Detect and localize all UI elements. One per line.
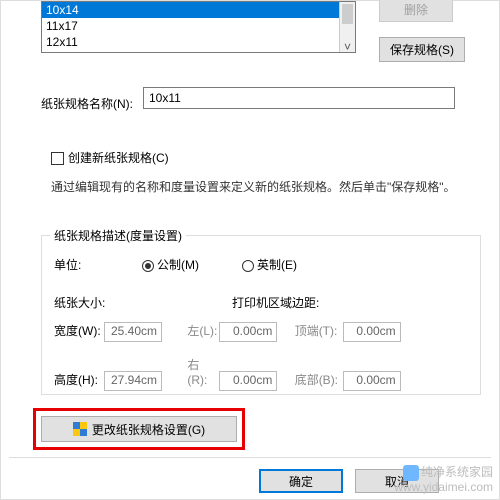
highlight-box <box>33 408 245 450</box>
paper-size-listbox[interactable]: 10x14 11x17 12x11 ˅ <box>41 1 356 53</box>
list-item[interactable]: 10x14 <box>42 2 355 18</box>
margin-label: 打印机区域边距: <box>232 294 319 311</box>
group-legend: 纸张规格描述(度量设置) <box>50 227 186 244</box>
imperial-radio[interactable]: 英制(E) <box>242 256 297 273</box>
logo-icon <box>403 465 419 481</box>
height-label: 高度(H): <box>54 371 102 388</box>
dialog-panel: 10x14 11x17 12x11 ˅ 删除 保存规格(S) 纸张规格名称(N)… <box>0 0 500 500</box>
width-input[interactable]: 25.40cm <box>104 322 162 342</box>
radio-icon <box>142 260 154 272</box>
create-new-row[interactable]: 创建新纸张规格(C) <box>51 149 169 166</box>
create-new-label: 创建新纸张规格(C) <box>68 151 169 165</box>
size-label: 纸张大小: <box>54 294 105 311</box>
scrollbar-thumb[interactable] <box>342 4 353 24</box>
name-input[interactable] <box>143 87 455 109</box>
left-label: 左(L): <box>187 322 217 339</box>
ok-button[interactable]: 确定 <box>259 469 343 493</box>
list-item[interactable]: 11x17 <box>42 18 355 34</box>
save-spec-button[interactable]: 保存规格(S) <box>379 37 465 62</box>
chevron-down-icon[interactable]: ˅ <box>340 40 355 53</box>
bottom-label: 底部(B): <box>295 371 341 388</box>
radio-icon <box>242 260 254 272</box>
right-label: 右(R): <box>187 356 217 387</box>
checkbox-icon[interactable] <box>51 152 64 165</box>
delete-button: 删除 <box>379 0 453 22</box>
name-label: 纸张规格名称(N): <box>41 95 133 112</box>
description-text: 通过编辑现有的名称和度量设置来定义新的纸张规格。然后单击"保存规格"。 <box>51 177 469 197</box>
bottom-input[interactable]: 0.00cm <box>343 371 401 391</box>
scrollbar[interactable]: ˅ <box>339 2 355 53</box>
top-input[interactable]: 0.00cm <box>343 322 401 342</box>
separator <box>9 457 491 458</box>
list-item[interactable]: 12x11 <box>42 34 355 50</box>
unit-label: 单位: <box>54 256 81 273</box>
width-label: 宽度(W): <box>54 322 102 339</box>
metric-radio[interactable]: 公制(M) <box>142 256 199 273</box>
watermark: 纯净系统家园 www.yidaimei.com <box>394 465 493 495</box>
measurement-group: 纸张规格描述(度量设置) 单位: 公制(M) 英制(E) 纸张大小: 打印机区域… <box>41 235 481 395</box>
right-input[interactable]: 0.00cm <box>219 371 277 391</box>
height-input[interactable]: 27.94cm <box>104 371 162 391</box>
left-input[interactable]: 0.00cm <box>219 322 277 342</box>
top-label: 顶端(T): <box>295 322 341 339</box>
